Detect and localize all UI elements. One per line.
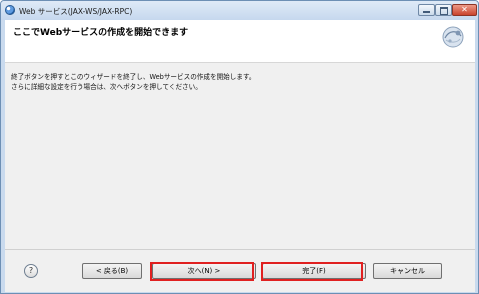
maximize-icon	[439, 7, 448, 15]
cancel-button[interactable]: キャンセル	[373, 263, 442, 279]
wizard-description: 終了ボタンを押すとこのウィザードを終了し、Webサービスの作成を開始します。 さ…	[11, 72, 256, 92]
back-button[interactable]: < 戻る(B)	[82, 263, 142, 279]
next-button-highlight	[150, 262, 254, 281]
close-button[interactable]: ✕	[452, 4, 477, 16]
window-title: Web サービス(JAX-WS/JAX-RPC)	[19, 7, 133, 16]
wizard-content: 終了ボタンを押すとこのウィザードを終了し、Webサービスの作成を開始します。 さ…	[5, 63, 475, 249]
maximize-button[interactable]	[435, 4, 452, 16]
eclipse-icon	[5, 5, 15, 15]
wizard-header: ここでWebサービスの作成を開始できます	[5, 20, 475, 63]
page-title: ここでWebサービスの作成を開始できます	[13, 28, 189, 38]
description-line: 終了ボタンを押すとこのウィザードを終了し、Webサービスの作成を開始します。	[11, 73, 256, 81]
web-service-wizard-icon	[442, 26, 464, 48]
minimize-icon	[423, 11, 430, 13]
close-icon: ✕	[461, 5, 468, 14]
help-icon[interactable]: ?	[24, 264, 38, 278]
minimize-button[interactable]	[418, 4, 435, 16]
description-line: さらに詳細な設定を行う場合は、次へボタンを押してください。	[11, 83, 202, 91]
dialog-window: Web サービス(JAX-WS/JAX-RPC) ✕ ここでWebサービスの作成…	[0, 0, 479, 294]
title-bar[interactable]: Web サービス(JAX-WS/JAX-RPC) ✕	[1, 1, 478, 20]
finish-button-highlight	[261, 262, 363, 281]
